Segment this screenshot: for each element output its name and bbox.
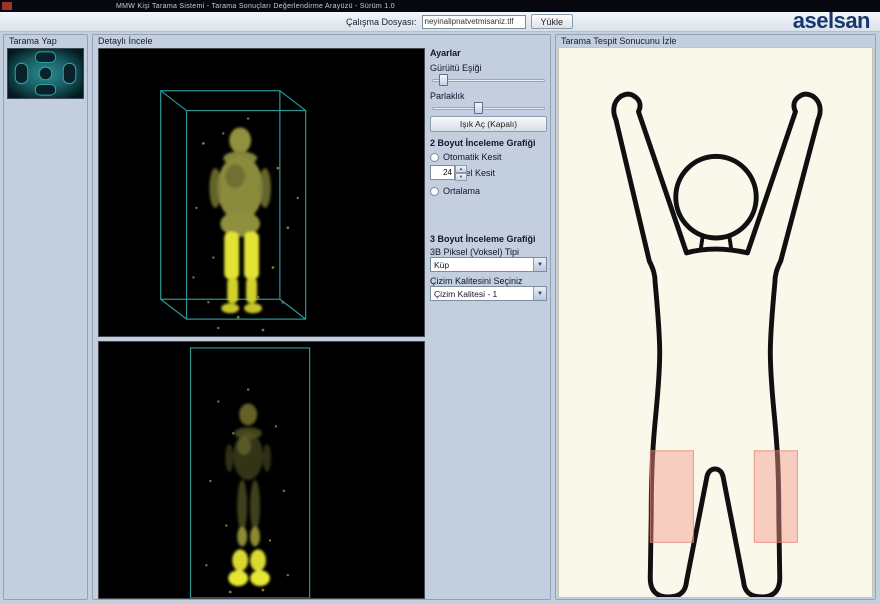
light-toggle-button[interactable]: Işık Aç (Kapalı) — [430, 116, 547, 132]
body-outline-figure — [559, 48, 872, 597]
result-panel-title: Tarama Tespit Sonucunu İzle — [561, 36, 676, 46]
window-title: MMW Kişi Tarama Sistemi - Tarama Sonuçla… — [116, 3, 395, 10]
scan-3d-viewport[interactable] — [98, 48, 425, 337]
section-3d-title: 3 Boyut İnceleme Grafiği — [430, 234, 547, 244]
radio-icon — [430, 153, 439, 162]
manual-slice-spinner: ▲ ▼ — [430, 165, 547, 180]
settings-title: Ayarlar — [430, 48, 547, 58]
scan-2d-viewport[interactable] — [98, 341, 425, 599]
section-2d-title: 2 Boyut İnceleme Grafiği — [430, 138, 547, 148]
working-file-label: Çalışma Dosyası: — [346, 17, 417, 27]
brightness-label: Parlaklık — [430, 91, 547, 101]
spin-down-button[interactable]: ▼ — [455, 173, 467, 181]
draw-quality-label: Çizim Kalitesini Seçiniz — [430, 276, 547, 286]
settings-column: Ayarlar Gürültü Eşiği Parlaklık Işık Aç … — [430, 46, 547, 591]
noise-threshold-label: Gürültü Eşiği — [430, 63, 547, 73]
slider-track — [432, 107, 545, 110]
brightness-slider[interactable] — [430, 101, 547, 115]
app-icon — [2, 2, 12, 10]
scan-3d-render — [99, 49, 424, 336]
draw-quality-select[interactable]: Çizim Kalitesi - 1 ▼ — [430, 286, 547, 301]
titlebar: MMW Kişi Tarama Sistemi - Tarama Sonuçla… — [0, 0, 880, 12]
scan-panel-title: Tarama Yap — [9, 36, 57, 46]
chevron-down-icon[interactable]: ▼ — [533, 258, 546, 271]
spin-up-button[interactable]: ▲ — [455, 165, 467, 173]
detection-zone-right — [754, 451, 797, 543]
detail-panel: Detaylı İncele — [92, 34, 551, 600]
voxel-type-select[interactable]: Küp ▼ — [430, 257, 547, 272]
radio-otomatik-kesit[interactable]: Otomatik Kesit — [430, 152, 547, 162]
slider-thumb[interactable] — [474, 102, 483, 114]
working-file-input[interactable] — [422, 15, 526, 29]
head-outline — [676, 156, 756, 238]
scan-panel: Tarama Yap — [3, 34, 88, 600]
main-area: Tarama Yap Detaylı İncele — [0, 32, 880, 604]
chevron-down-icon[interactable]: ▼ — [533, 287, 546, 300]
radio-label: Otomatik Kesit — [443, 152, 502, 162]
radio-label: Ortalama — [443, 186, 480, 196]
result-panel: Tarama Tespit Sonucunu İzle — [555, 34, 876, 600]
radio-icon — [430, 187, 439, 196]
slider-track — [432, 79, 545, 82]
draw-quality-value: Çizim Kalitesi - 1 — [431, 289, 533, 299]
voxel-type-label: 3B Piksel (Voksel) Tipi — [430, 247, 547, 257]
manual-slice-input[interactable] — [430, 165, 455, 180]
radio-ortalama[interactable]: Ortalama — [430, 186, 547, 196]
scanner-top-view-icon — [8, 49, 83, 98]
scanner-top-view-button[interactable] — [7, 48, 84, 99]
noise-threshold-slider[interactable] — [430, 73, 547, 87]
aselsan-logo: aselsan — [793, 8, 870, 34]
detection-result-view — [558, 47, 873, 598]
load-button[interactable]: Yükle — [531, 14, 574, 29]
detail-panel-title: Detaylı İncele — [98, 36, 153, 46]
toolbar: Çalışma Dosyası: Yükle aselsan — [0, 12, 880, 32]
voxel-type-value: Küp — [431, 260, 533, 270]
detection-zone-left — [650, 451, 693, 543]
scan-2d-render — [99, 342, 424, 598]
slider-thumb[interactable] — [439, 74, 448, 86]
